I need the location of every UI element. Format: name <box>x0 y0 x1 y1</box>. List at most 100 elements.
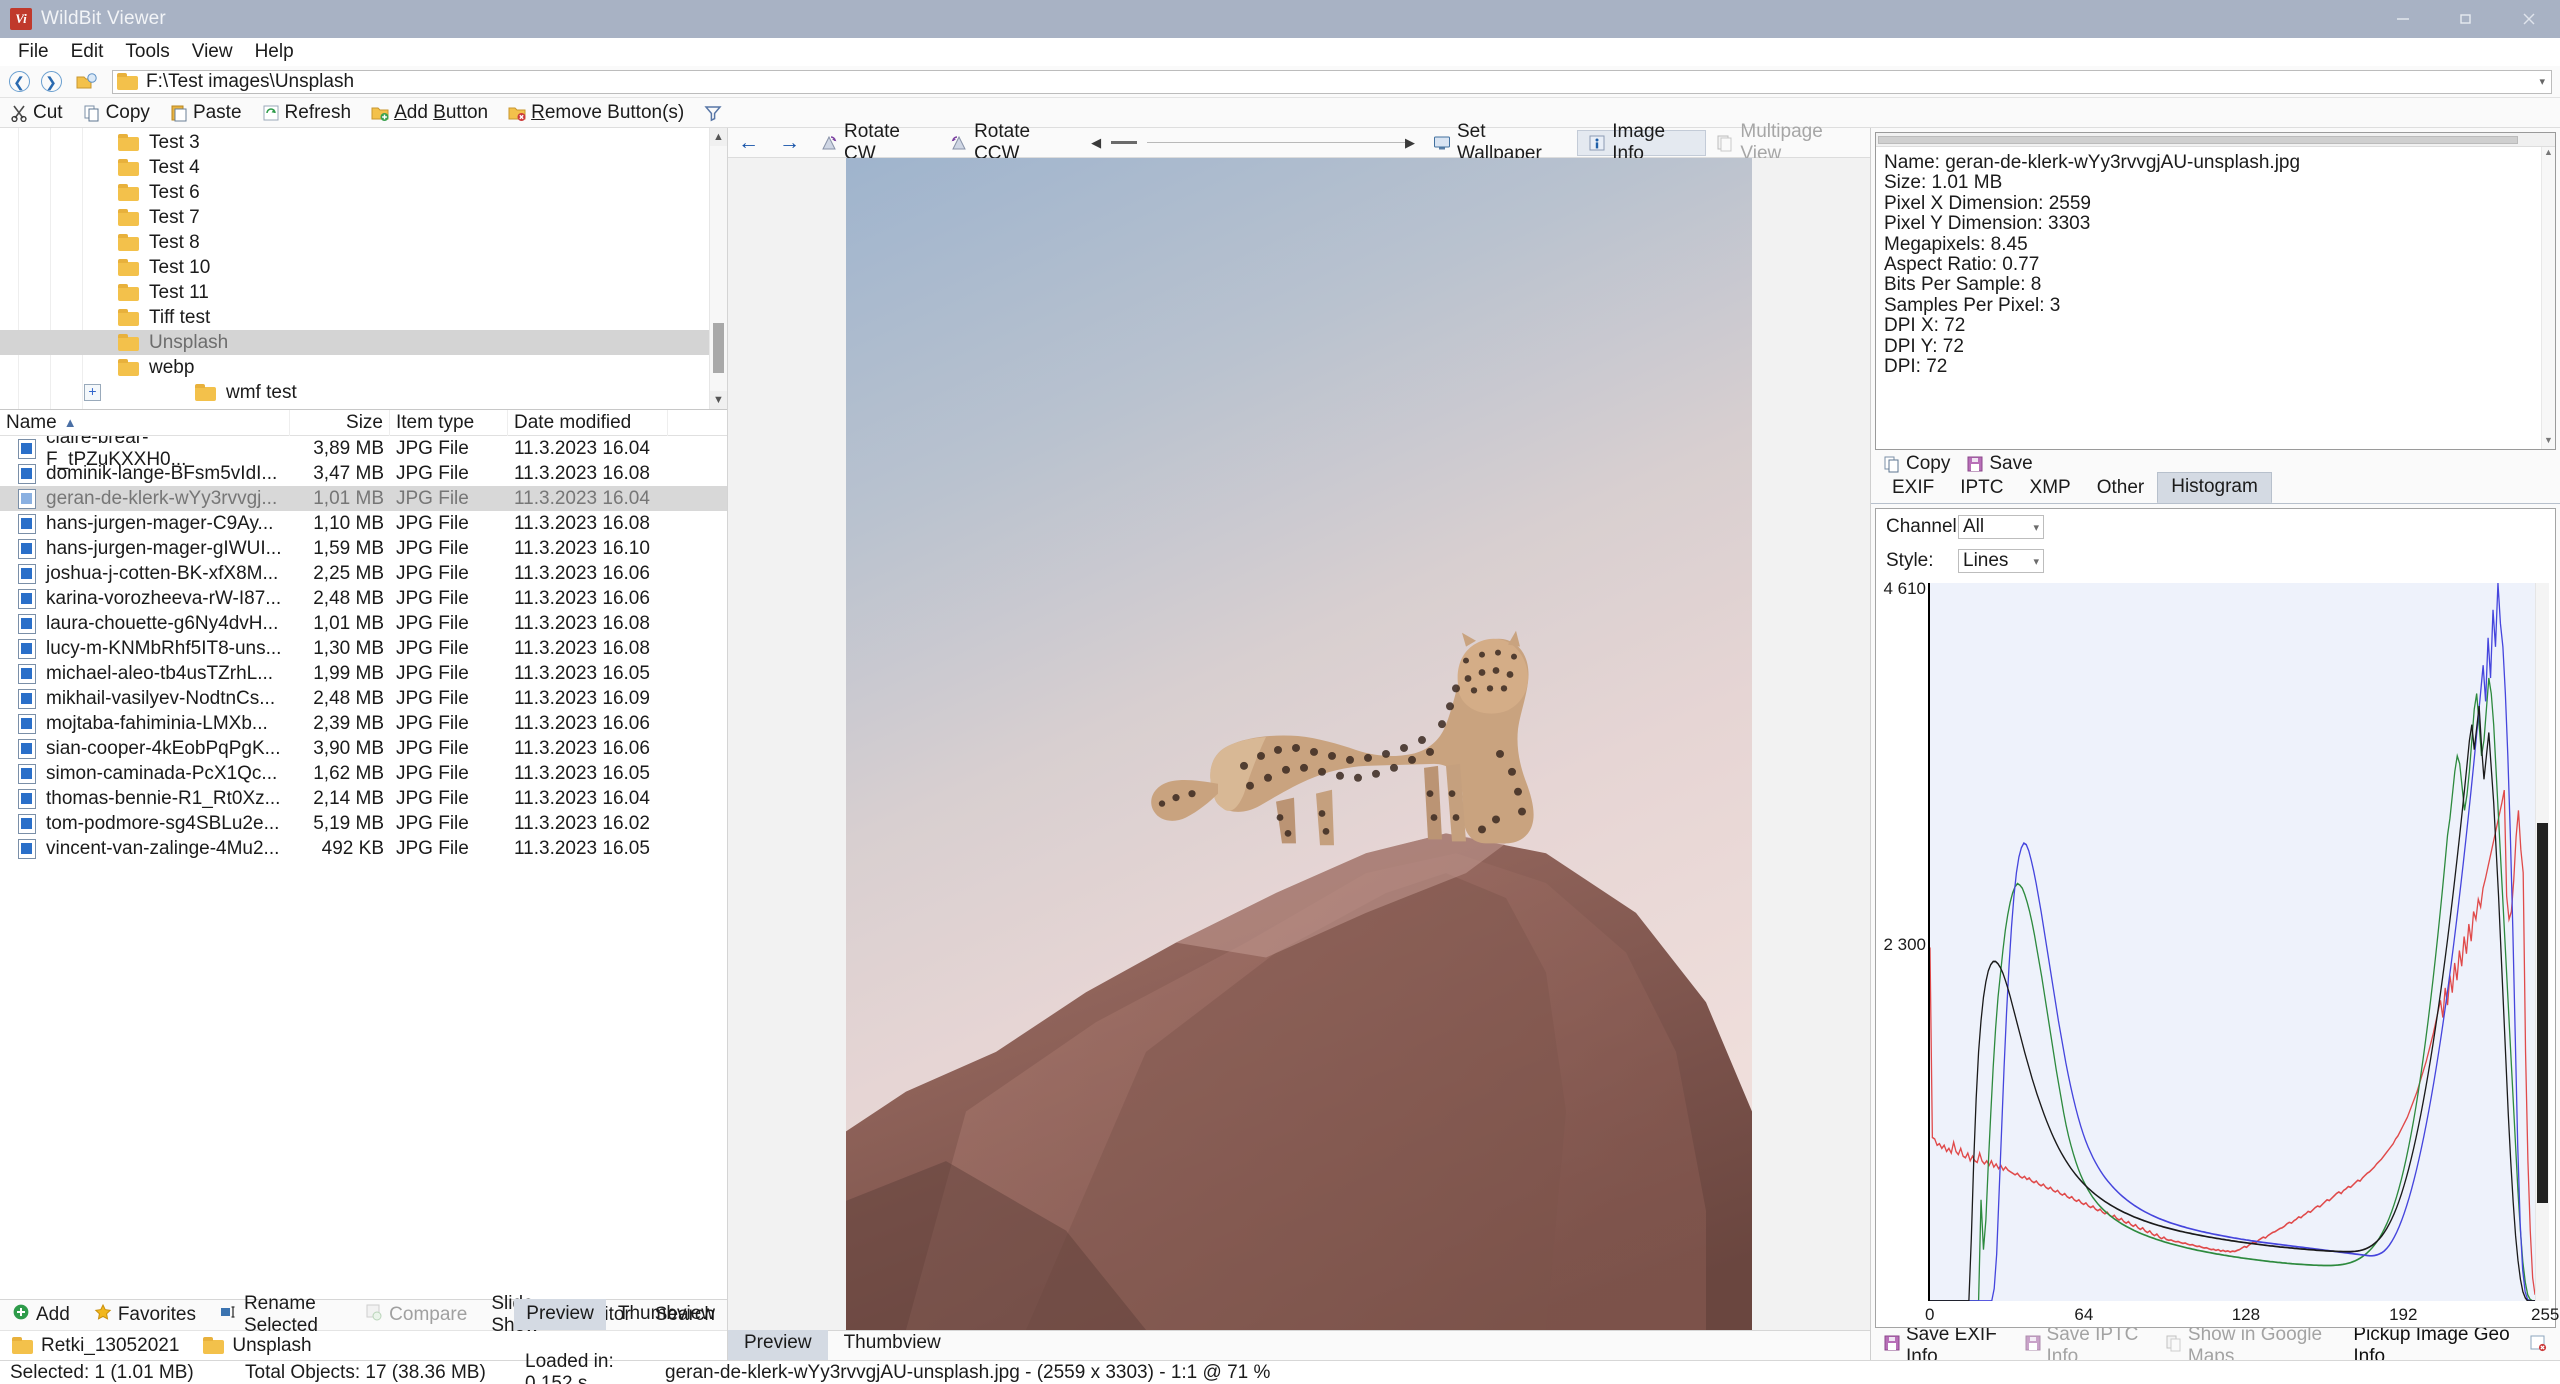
slider-end[interactable]: ▶ <box>1405 135 1415 151</box>
table-row[interactable]: vincent-van-zalinge-4Mu2... 492 KB JPG Fil… <box>0 836 727 861</box>
column-header-type[interactable]: Item type <box>390 409 508 436</box>
tree-item[interactable]: Test 4 <box>0 155 709 180</box>
rotate-cw-button[interactable]: Rotate CW <box>810 121 940 164</box>
table-row[interactable]: mikhail-vasilyev-NodtnCs... 2,48 MB JPG Fi… <box>0 686 727 711</box>
image-info-button[interactable]: Image Info <box>1577 121 1707 164</box>
tab-xmp[interactable]: XMP <box>2017 474 2084 503</box>
table-row[interactable]: laura-chouette-g6Ny4dvH... 1,01 MB JPG Fil… <box>0 611 727 636</box>
left-view-tabs: Preview Thumbview <box>514 1299 727 1330</box>
image-preview-area[interactable] <box>728 158 1870 1330</box>
tab-preview[interactable]: Preview <box>728 1327 828 1360</box>
scroll-up-icon[interactable]: ▲ <box>710 128 727 146</box>
breadcrumb-item-0[interactable]: Retki_13052021 <box>0 1335 191 1357</box>
copy-metadata-button[interactable]: Copy <box>1875 453 1958 475</box>
tab-histogram[interactable]: Histogram <box>2157 472 2272 503</box>
tab-exif[interactable]: EXIF <box>1879 474 1947 503</box>
add-button-button[interactable]: Add Button <box>361 99 498 127</box>
table-row[interactable]: karina-vorozheeva-rW-I87... 2,48 MB JPG Fi… <box>0 586 727 611</box>
menu-tools[interactable]: Tools <box>114 39 180 65</box>
tab-other[interactable]: Other <box>2084 474 2158 503</box>
copy-button[interactable]: Copy <box>73 99 160 127</box>
column-header-size[interactable]: Size <box>290 409 390 436</box>
table-row[interactable]: sian-cooper-4kEobPqPgK... 3,90 MB JPG File… <box>0 736 727 761</box>
refresh-button[interactable]: Refresh <box>252 99 362 127</box>
scroll-down-icon[interactable]: ▼ <box>710 391 727 409</box>
table-row[interactable]: dominik-lange-BFsm5vIdI... 3,47 MB JPG Fil… <box>0 461 727 486</box>
next-image-icon[interactable]: → <box>769 129 810 157</box>
cut-button[interactable]: Cut <box>0 99 73 127</box>
column-header-name[interactable]: Name ▲ <box>0 409 290 436</box>
preview-image[interactable] <box>846 158 1752 1330</box>
zoom-slider[interactable]: ◀ ▶ <box>1083 135 1423 151</box>
tree-item[interactable]: Test 11 <box>0 280 709 305</box>
tree-item[interactable]: Test 3 <box>0 130 709 155</box>
previous-image-icon[interactable]: ← <box>728 129 769 157</box>
remove-buttons-button[interactable]: Remove Button(s) <box>498 99 694 127</box>
tab-thumbview[interactable]: Thumbview <box>828 1327 957 1360</box>
slider-thumb[interactable]: ◀ <box>1091 135 1101 151</box>
scroll-down-icon[interactable]: ▼ <box>2542 435 2555 449</box>
tree-item[interactable]: Test 7 <box>0 205 709 230</box>
forward-icon[interactable]: ❯ <box>38 69 64 95</box>
folder-tree[interactable]: Test 3 Test 4 Test 6 Test 7 Test 8 Test 10 Tes… <box>0 128 727 410</box>
table-row[interactable]: mojtaba-fahiminia-LMXb... 2,39 MB JPG File… <box>0 711 727 736</box>
add-button[interactable]: Add <box>0 1301 82 1329</box>
table-row[interactable]: thomas-bennie-R1_Rt0Xz... 2,14 MB JPG File… <box>0 786 727 811</box>
jpg-file-icon <box>18 688 36 709</box>
tree-scrollbar[interactable]: ▲ ▼ <box>709 128 727 409</box>
minimize-icon[interactable] <box>2371 0 2434 38</box>
tree-item[interactable]: Test 10 <box>0 255 709 280</box>
zoom-out-icon[interactable] <box>1111 141 1138 144</box>
breadcrumb-item-1[interactable]: Unsplash <box>191 1335 323 1357</box>
scroll-thumb[interactable] <box>1878 136 2518 144</box>
clear-geo-icon[interactable] <box>2521 1334 2560 1358</box>
menu-help[interactable]: Help <box>244 39 305 65</box>
tree-item[interactable]: Tiff test <box>0 305 709 330</box>
tree-item[interactable]: + wmf test <box>0 380 709 405</box>
tab-thumbview[interactable]: Thumbview <box>606 1299 727 1330</box>
save-metadata-button[interactable]: Save <box>1958 453 2040 475</box>
menu-view[interactable]: View <box>181 39 244 65</box>
scroll-thumb[interactable] <box>2537 823 2548 1203</box>
table-row[interactable]: tom-podmore-sg4SBLu2e... 5,19 MB JPG File 1… <box>0 811 727 836</box>
table-row[interactable]: geran-de-klerk-wYy3rvvgj... 1,01 MB JPG Fi… <box>0 486 727 511</box>
paste-button[interactable]: Paste <box>160 99 252 127</box>
table-row[interactable]: simon-caminada-PcX1Qc... 1,62 MB JPG File 1… <box>0 761 727 786</box>
table-row[interactable]: joshua-j-cotten-BK-xfX8M... 2,25 MB JPG Fi… <box>0 561 727 586</box>
menu-edit[interactable]: Edit <box>60 39 115 65</box>
tree-item[interactable]: Test 8 <box>0 230 709 255</box>
column-header-date[interactable]: Date modified <box>508 409 668 436</box>
scroll-thumb[interactable] <box>713 323 724 373</box>
style-select[interactable]: Lines ▾ <box>1958 549 2044 573</box>
tab-iptc[interactable]: IPTC <box>1947 474 2016 503</box>
maximize-icon[interactable] <box>2434 0 2497 38</box>
scroll-up-icon[interactable]: ▲ <box>2542 147 2555 161</box>
info-horizontal-scrollbar[interactable] <box>1876 133 2555 147</box>
expand-icon[interactable]: + <box>84 384 101 401</box>
tree-item[interactable]: webp <box>0 355 709 380</box>
table-row[interactable]: michael-aleo-tb4usTZrhL... 1,99 MB JPG Fil… <box>0 661 727 686</box>
table-row[interactable]: lucy-m-KNMbRhf5IT8-uns... 1,30 MB JPG File… <box>0 636 727 661</box>
chevron-down-icon[interactable]: ▾ <box>2539 75 2545 88</box>
rename-selected-button[interactable]: Rename Selected <box>208 1293 353 1336</box>
file-list[interactable]: Name ▲ Size Item type Date modified clai… <box>0 409 727 1299</box>
menu-file[interactable]: File <box>7 39 60 65</box>
up-folder-icon[interactable] <box>72 72 102 91</box>
tree-item[interactable]: Unsplash <box>0 330 709 355</box>
table-row[interactable]: claire-brear-F_tPZuKXXH0... 3,89 MB JPG Fi… <box>0 436 727 470</box>
image-info-box[interactable]: Name: geran-de-klerk-wYy3rvvgjAU-unsplas… <box>1875 132 2556 450</box>
back-icon[interactable]: ❮ <box>6 69 32 95</box>
address-input[interactable]: F:\Test images\Unsplash ▾ <box>112 69 2552 94</box>
table-row[interactable]: hans-jurgen-mager-gIWUI... 1,59 MB JPG Fil… <box>0 536 727 561</box>
histogram-scrollbar[interactable] <box>2535 583 2549 1301</box>
info-vertical-scrollbar[interactable]: ▲ ▼ <box>2541 147 2555 449</box>
tab-preview[interactable]: Preview <box>514 1299 606 1330</box>
tree-item[interactable]: Test 6 <box>0 180 709 205</box>
close-icon[interactable] <box>2497 0 2560 38</box>
channel-select[interactable]: All ▾ <box>1958 515 2044 539</box>
set-wallpaper-button[interactable]: Set Wallpaper <box>1423 121 1577 164</box>
rotate-ccw-button[interactable]: Rotate CCW <box>940 121 1083 164</box>
filter-icon[interactable] <box>694 99 732 127</box>
table-row[interactable]: hans-jurgen-mager-C9Ay... 1,10 MB JPG File… <box>0 511 727 536</box>
favorites-button[interactable]: Favorites <box>82 1301 208 1329</box>
